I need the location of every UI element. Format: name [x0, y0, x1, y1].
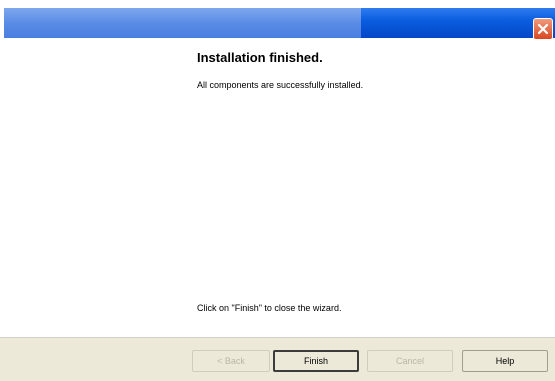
- title-bar-highlight: [4, 8, 361, 38]
- page-title: Installation finished.: [197, 50, 323, 65]
- instruction-text: Click on "Finish" to close the wizard.: [197, 303, 342, 313]
- back-button[interactable]: < Back: [192, 350, 270, 372]
- button-bar: < Back Finish Cancel Help: [0, 337, 555, 381]
- help-button[interactable]: Help: [462, 350, 548, 372]
- status-message: All components are successfully installe…: [197, 80, 364, 90]
- finish-button[interactable]: Finish: [273, 350, 359, 372]
- cancel-button[interactable]: Cancel: [367, 350, 453, 372]
- close-x-icon: [537, 23, 549, 35]
- close-button[interactable]: [533, 18, 553, 40]
- installer-wizard-window: Installation finished. All components ar…: [0, 0, 555, 381]
- left-panel: [4, 38, 12, 338]
- title-bar[interactable]: [4, 8, 555, 40]
